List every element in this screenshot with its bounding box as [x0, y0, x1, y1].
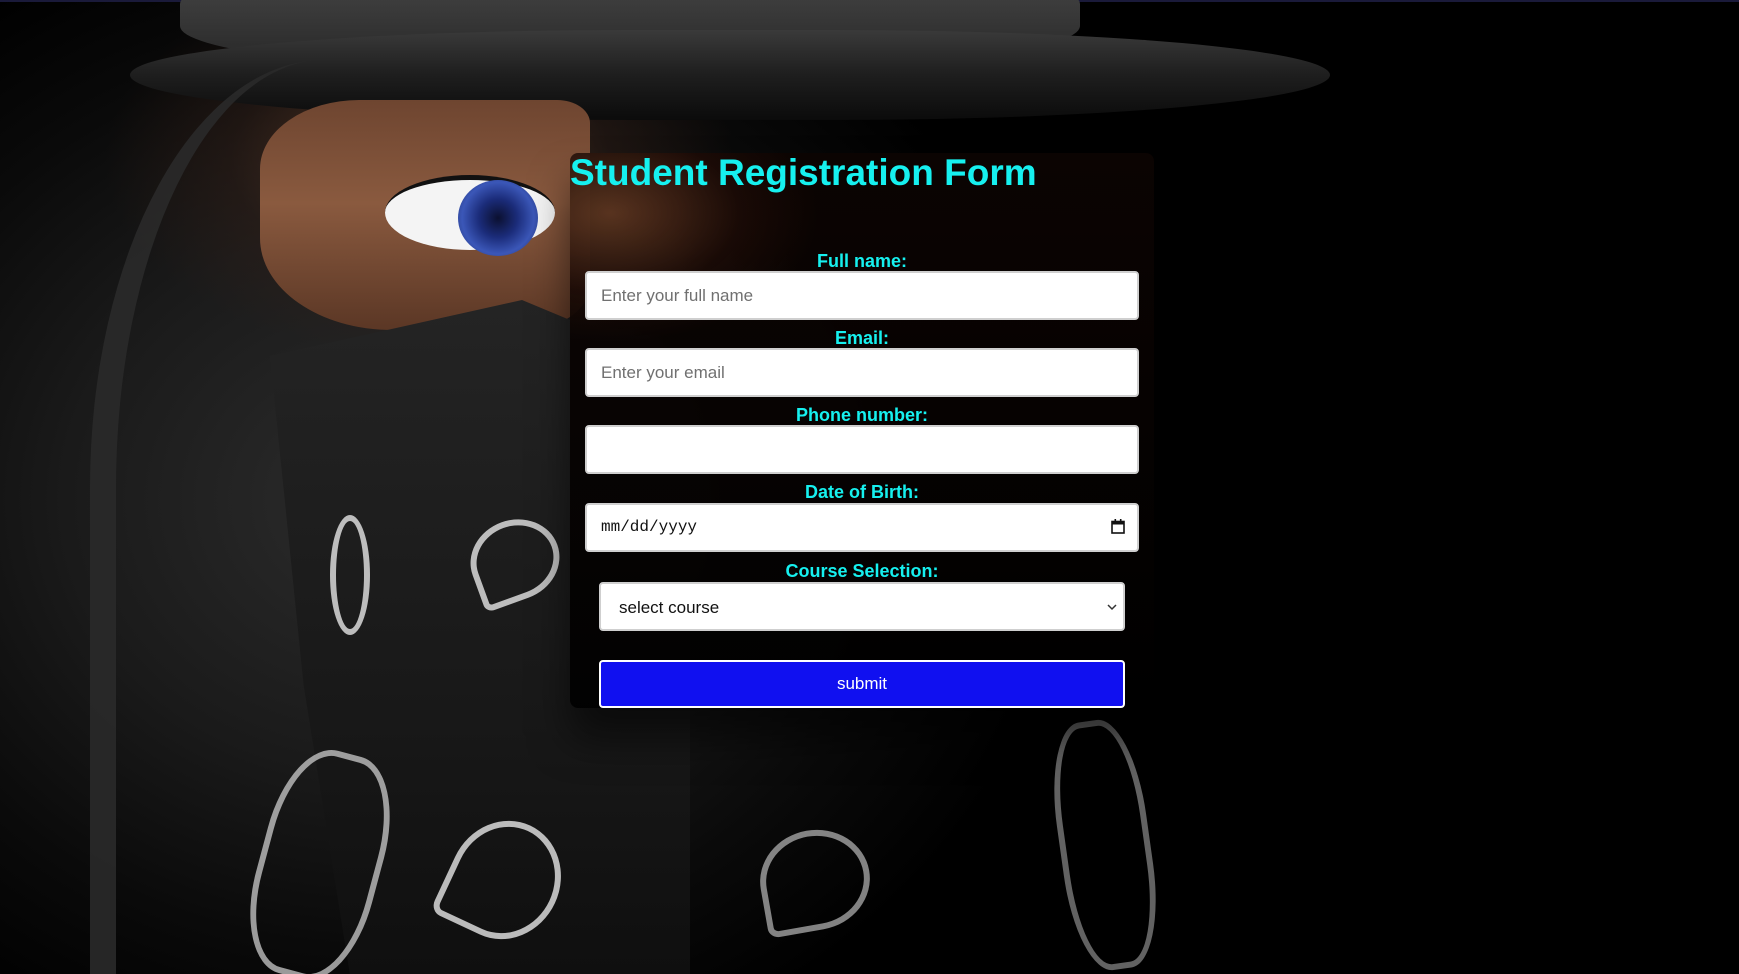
course-label: Course Selection:	[785, 561, 939, 581]
course-selected-value: select course	[619, 598, 720, 617]
submit-button[interactable]: submit	[599, 660, 1125, 708]
dob-placeholder: mm/dd/yyyy	[601, 518, 698, 536]
dob-input[interactable]: mm/dd/yyyy	[585, 503, 1139, 552]
email-label: Email:	[834, 328, 890, 348]
page: Student Registration Form Full name: Ema…	[0, 0, 1739, 974]
paisley-pattern	[1043, 714, 1167, 974]
eye-iris	[458, 180, 538, 256]
email-input[interactable]	[585, 348, 1139, 397]
full-name-label: Full name:	[816, 251, 907, 271]
paisley-pattern	[330, 515, 370, 635]
calendar-icon[interactable]	[1111, 519, 1125, 534]
chevron-down-icon	[1107, 604, 1117, 611]
phone-input[interactable]	[585, 425, 1139, 474]
phone-label: Phone number:	[795, 405, 928, 425]
dob-label: Date of Birth:	[805, 482, 919, 502]
full-name-input[interactable]	[585, 271, 1139, 320]
paisley-pattern	[752, 821, 878, 939]
form-title: Student Registration Form	[570, 152, 1037, 193]
course-select[interactable]: select course	[599, 582, 1125, 631]
